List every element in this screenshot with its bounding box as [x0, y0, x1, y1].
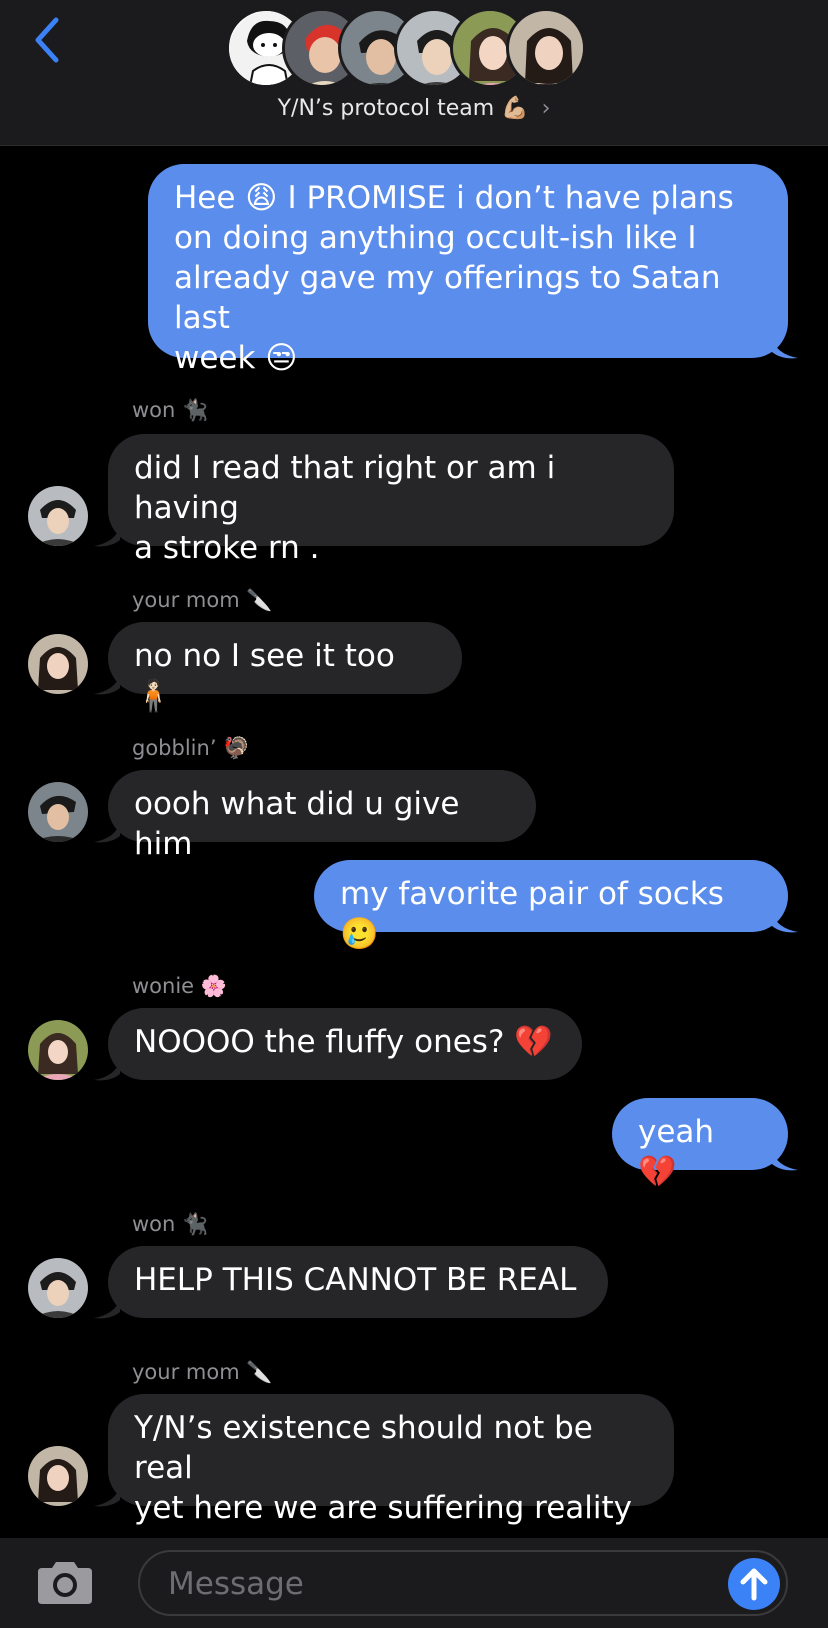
message-bubble-outgoing[interactable]: yeah 💔 — [612, 1098, 788, 1190]
avatar[interactable] — [28, 634, 88, 694]
bubble-tail — [94, 1060, 120, 1081]
message-placeholder: Message — [168, 1566, 304, 1602]
avatar[interactable] — [28, 486, 88, 546]
group-name[interactable]: Y/N’s protocol team 💪🏼 › — [0, 96, 828, 121]
sender-name: your mom 🔪 — [132, 1360, 273, 1384]
group-avatars[interactable] — [226, 8, 606, 90]
conversation-header: Y/N’s protocol team 💪🏼 › — [0, 0, 828, 146]
bubble-tail — [94, 674, 120, 695]
sender-name: wonie 🌸 — [132, 974, 227, 998]
sender-name: your mom 🔪 — [132, 588, 273, 612]
camera-icon[interactable] — [34, 1560, 96, 1606]
group-avatar — [506, 8, 586, 88]
group-name-text: Y/N’s protocol team — [277, 96, 495, 121]
message-bubble-outgoing[interactable]: Hee 😩 I PROMISE i don’t have plans on do… — [148, 164, 788, 376]
bubble-tail — [94, 822, 120, 843]
message-composer: Message — [0, 1538, 828, 1628]
message-input[interactable]: Message — [138, 1550, 788, 1616]
sender-name: won 🐈‍⬛ — [132, 398, 209, 422]
message-bubble-incoming[interactable]: no no I see it too 🧍🏻 — [108, 622, 462, 714]
bubble-tail — [772, 1150, 798, 1171]
back-chevron-icon[interactable] — [28, 14, 68, 66]
avatar[interactable] — [28, 1020, 88, 1080]
group-name-emoji: 💪🏼 — [501, 96, 529, 121]
message-bubble-incoming[interactable]: did I read that right or am i having a s… — [108, 434, 674, 566]
sender-name: won 🐈‍⬛ — [132, 1212, 209, 1236]
message-bubble-incoming[interactable]: oooh what did u give him — [108, 770, 536, 862]
message-bubble-incoming[interactable]: Y/N’s existence should not be real yet h… — [108, 1394, 674, 1526]
message-bubble-incoming[interactable]: HELP THIS CANNOT BE REAL — [108, 1246, 608, 1318]
bubble-tail — [94, 526, 120, 547]
arrow-up-icon — [740, 1568, 768, 1601]
chevron-right-icon: › — [541, 96, 551, 121]
send-button[interactable] — [728, 1558, 780, 1610]
bubble-tail — [772, 338, 798, 359]
avatar[interactable] — [28, 1446, 88, 1506]
message-bubble-outgoing[interactable]: my favorite pair of socks 🥲 — [314, 860, 788, 952]
avatar[interactable] — [28, 1258, 88, 1318]
bubble-tail — [772, 912, 798, 933]
sender-name: gobblin’ 🦃 — [132, 736, 250, 760]
bubble-tail — [94, 1486, 120, 1507]
avatar[interactable] — [28, 782, 88, 842]
bubble-tail — [94, 1298, 120, 1319]
message-bubble-incoming[interactable]: NOOOO the fluffy ones? 💔 — [108, 1008, 582, 1080]
